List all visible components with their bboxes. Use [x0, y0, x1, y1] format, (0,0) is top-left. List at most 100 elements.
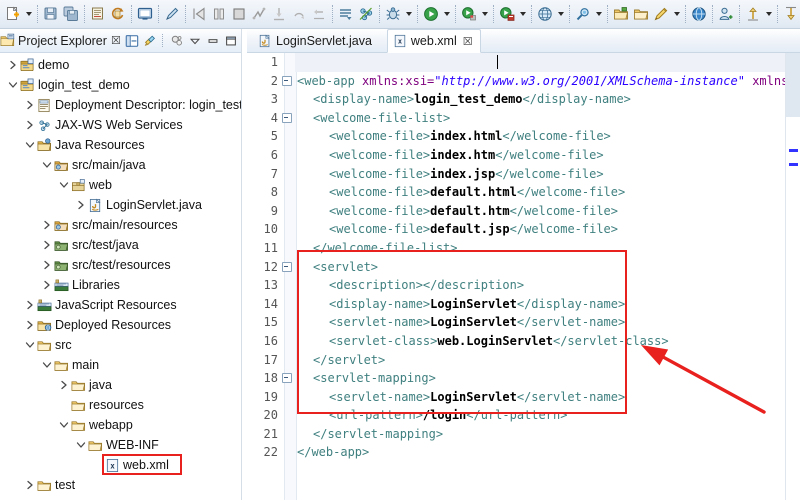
refresh-icon[interactable]	[108, 3, 128, 25]
tree-item-java[interactable]: java	[0, 375, 241, 395]
chevron-down-icon[interactable]	[40, 155, 53, 175]
chevron-right-icon[interactable]	[57, 375, 70, 395]
code-line[interactable]: 14 <display-name>LoginServlet</display-na…	[247, 295, 800, 314]
tree-item-loginservlet-java[interactable]: LoginServlet.java	[0, 195, 241, 215]
person-add-icon[interactable]	[716, 3, 736, 25]
tree-item-javascript-resources[interactable]: JavaScript Resources	[0, 295, 241, 315]
focus-icon[interactable]	[169, 33, 184, 48]
tree-item-main[interactable]: main	[0, 355, 241, 375]
chevron-down-icon[interactable]	[671, 3, 682, 25]
code-line[interactable]: 5 <welcome-file>index.html</welcome-file>	[247, 127, 800, 146]
chevron-right-icon[interactable]	[23, 475, 36, 495]
code-editor[interactable]: 1<?xml version="1.0" encoding="UTF-8"?>2…	[247, 53, 800, 500]
chevron-right-icon[interactable]	[23, 295, 36, 315]
print-icon[interactable]	[88, 3, 108, 25]
fold-marker[interactable]	[281, 72, 293, 91]
chevron-right-icon[interactable]	[40, 215, 53, 235]
code-line[interactable]: 20 <url-pattern>/login</url-pattern>	[247, 406, 800, 425]
code-line[interactable]: 18 <servlet-mapping>	[247, 369, 800, 388]
fold-marker[interactable]	[281, 258, 293, 277]
run-green-icon[interactable]	[421, 3, 441, 25]
search-blue-icon[interactable]	[573, 3, 593, 25]
view-menu-icon[interactable]	[187, 33, 202, 48]
code-line[interactable]: 10 <welcome-file>default.jsp</welcome-fil…	[247, 220, 800, 239]
editor-tab-web-xml[interactable]: x web.xml ☒	[386, 29, 481, 53]
open-type-icon[interactable]	[611, 3, 631, 25]
tree-item-src[interactable]: src	[0, 335, 241, 355]
chevron-down-icon[interactable]	[441, 3, 452, 25]
code-line[interactable]: 12 <servlet>	[247, 258, 800, 277]
code-lines[interactable]: 1<?xml version="1.0" encoding="UTF-8"?>2…	[247, 53, 800, 500]
tree-item-src-test-resources[interactable]: src/test/resources	[0, 255, 241, 275]
tree-item-libraries[interactable]: Libraries	[0, 275, 241, 295]
fold-collapse-icon[interactable]	[282, 261, 292, 272]
disconnect-icon[interactable]	[249, 3, 269, 25]
fold-collapse-icon[interactable]	[282, 112, 292, 123]
chevron-down-icon[interactable]	[555, 3, 566, 25]
code-line[interactable]: 9 <welcome-file>default.htm</welcome-file…	[247, 202, 800, 221]
chevron-right-icon[interactable]	[40, 235, 53, 255]
tree-item-login-test-demo[interactable]: login_test_demo	[0, 75, 241, 95]
suspend-icon[interactable]	[209, 3, 229, 25]
server-red-icon[interactable]	[497, 3, 517, 25]
fold-collapse-icon[interactable]	[282, 373, 292, 384]
overview-ruler-thumb[interactable]	[786, 53, 800, 117]
code-line[interactable]: 2 <web-app xmlns:xsi="http://www.w3.org/2…	[247, 72, 800, 91]
pen-icon[interactable]	[162, 3, 182, 25]
new-file-icon[interactable]	[3, 3, 23, 25]
code-line[interactable]: 16 <servlet-class>web.LoginServlet</servl…	[247, 332, 800, 351]
terminate-icon[interactable]	[229, 3, 249, 25]
chevron-down-icon[interactable]	[593, 3, 604, 25]
overview-marker[interactable]	[789, 163, 798, 166]
fold-marker[interactable]	[281, 369, 293, 388]
tree-item-deployed-resources[interactable]: Deployed Resources	[0, 315, 241, 335]
overview-ruler[interactable]	[785, 53, 800, 500]
code-line[interactable]: 3 <display-name>login_test_demo</display-…	[247, 90, 800, 109]
next-annotation-icon[interactable]	[781, 3, 800, 25]
tree-item-java-resources[interactable]: Java Resources	[0, 135, 241, 155]
chevron-down-icon[interactable]	[403, 3, 414, 25]
close-icon[interactable]: ☒	[463, 35, 473, 48]
code-line[interactable]: 11 </welcome-file-list>	[247, 239, 800, 258]
code-line[interactable]: 19 <servlet-name>LoginServlet</servlet-na…	[247, 388, 800, 407]
globe-icon[interactable]	[689, 3, 709, 25]
chevron-right-icon[interactable]	[23, 95, 36, 115]
step-return-icon[interactable]	[309, 3, 329, 25]
link-with-editor-icon[interactable]	[142, 33, 157, 48]
chevron-right-icon[interactable]	[74, 195, 87, 215]
tree-item-src-test-java[interactable]: src/test/java	[0, 235, 241, 255]
debug-bug-icon[interactable]	[383, 3, 403, 25]
tree-item-resources[interactable]: resources	[0, 395, 241, 415]
project-tree[interactable]: demo login_test_demo Deployment Descriptor…	[0, 53, 241, 500]
code-line[interactable]: 13 <description></description>	[247, 276, 800, 295]
minimize-icon[interactable]	[205, 33, 220, 48]
collapse-all-icon[interactable]	[124, 33, 139, 48]
chevron-down-icon[interactable]	[23, 3, 34, 25]
profile-icon[interactable]	[459, 3, 479, 25]
chevron-down-icon[interactable]	[74, 435, 87, 455]
chevron-right-icon[interactable]	[23, 315, 36, 335]
task-icon[interactable]	[336, 3, 356, 25]
chevron-down-icon[interactable]	[763, 3, 774, 25]
step-into-icon[interactable]	[269, 3, 289, 25]
tree-item-web[interactable]: web	[0, 175, 241, 195]
chevron-down-icon[interactable]	[23, 335, 36, 355]
chevron-down-icon[interactable]	[57, 175, 70, 195]
web-browser-icon[interactable]	[535, 3, 555, 25]
close-icon[interactable]: ☒	[111, 34, 121, 47]
chevron-down-icon[interactable]	[40, 355, 53, 375]
tree-item-webapp[interactable]: webapp	[0, 415, 241, 435]
chevron-right-icon[interactable]	[6, 55, 19, 75]
code-line[interactable]: 22 </web-app>	[247, 443, 800, 462]
code-line[interactable]: 8 <welcome-file>default.html</welcome-fil…	[247, 183, 800, 202]
tree-item-demo[interactable]: demo	[0, 55, 241, 75]
chevron-right-icon[interactable]	[40, 275, 53, 295]
open-folder-icon[interactable]	[631, 3, 651, 25]
resume-icon[interactable]	[189, 3, 209, 25]
tree-item-web-inf[interactable]: WEB-INF	[0, 435, 241, 455]
step-over-icon[interactable]	[289, 3, 309, 25]
chevron-down-icon[interactable]	[6, 75, 19, 95]
save-icon[interactable]	[41, 3, 61, 25]
chevron-down-icon[interactable]	[479, 3, 490, 25]
code-line[interactable]: 17 </servlet>	[247, 351, 800, 370]
